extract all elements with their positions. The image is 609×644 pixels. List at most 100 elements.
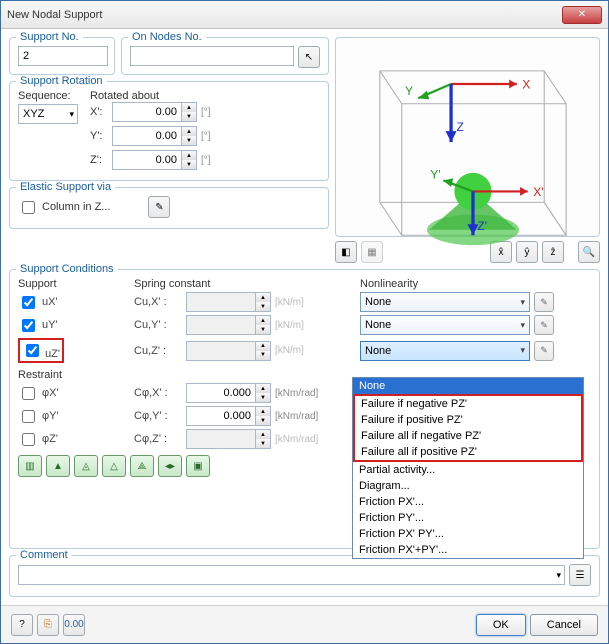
dropdown-item-8[interactable]: Friction PY'... [353,510,583,526]
preset-fixed-button[interactable]: ▲ [46,455,70,477]
rspring-1-unit: [kNm/rad] [275,411,318,422]
restraint-2-checkbox[interactable] [22,433,35,446]
preset-spring-button[interactable]: ◂▸ [158,455,182,477]
comment-input[interactable] [18,565,565,585]
svg-text:X: X [522,77,530,91]
spin-up-icon: ▲ [256,316,270,325]
nonlinearity-dropdown[interactable]: None Failure if negative PZ'Failure if po… [352,377,584,559]
help-button[interactable]: ? [11,614,33,636]
rot-axis-label: Z': [90,154,108,166]
spin-down-icon: ▼ [256,351,270,360]
rspring-0-input[interactable] [186,383,256,403]
rspring-1-label: Cφ,Y' : [134,410,182,422]
dropdown-item-9[interactable]: Friction PX' PY'... [353,526,583,542]
view-grid-button[interactable]: ▦ [361,241,383,263]
dropdown-item-0[interactable]: None [353,378,583,394]
spin-up-icon[interactable]: ▲ [182,151,196,160]
spin-down-icon: ▼ [256,325,270,334]
support-uY'-checkbox[interactable] [22,319,35,332]
rot-0-input[interactable] [112,102,182,122]
preset-slider-button[interactable]: △ [102,455,126,477]
spring-1-label: Cu,Y' : [134,319,182,331]
rotation-title: Support Rotation [16,75,107,87]
spin-down-icon[interactable]: ▼ [256,393,270,402]
svg-text:Z: Z [457,120,464,134]
dropdown-item-5[interactable]: Partial activity... [353,462,583,478]
spin-down-icon[interactable]: ▼ [182,112,196,121]
cancel-button[interactable]: Cancel [530,614,598,636]
rot-1-input[interactable] [112,126,182,146]
preset-custom-button[interactable]: ▣ [186,455,210,477]
sequence-select[interactable]: XYZ [18,104,78,124]
pick-nodes-button[interactable]: ↖ [298,46,320,68]
details-button[interactable]: ⎘ [37,614,59,636]
dropdown-item-2[interactable]: Failure if positive PZ' [355,412,581,428]
support-uZ'-checkbox[interactable] [26,344,39,357]
dropdown-item-6[interactable]: Diagram... [353,478,583,494]
rspring-0-label: Cφ,X' : [134,387,182,399]
on-nodes-label: On Nodes No. [128,31,206,43]
spring-0-input [186,292,256,312]
close-button[interactable]: ✕ [562,6,602,24]
on-nodes-input[interactable] [130,46,294,66]
dropdown-item-1[interactable]: Failure if negative PZ' [355,396,581,412]
rot-axis-label: Y': [90,130,108,142]
preview-3d[interactable]: X Y Z X' [335,37,600,237]
support-no-input[interactable] [18,46,108,66]
spin-up-icon[interactable]: ▲ [256,384,270,393]
spin-down-icon[interactable]: ▼ [182,160,196,169]
restraint-2-label: φZ' [42,433,58,445]
dropdown-item-3[interactable]: Failure all if negative PZ' [355,428,581,444]
svg-text:Z': Z' [477,219,487,233]
rspring-2-label: Cφ,Z' : [134,433,182,445]
support-uX'-checkbox[interactable] [22,296,35,309]
ok-button[interactable]: OK [476,614,526,636]
comment-title: Comment [16,549,72,561]
rot-unit: [°] [201,107,211,118]
support-uY'-label: uY' [42,319,58,331]
preset-roller-button[interactable]: ◬ [74,455,98,477]
svg-text:X': X' [533,185,543,199]
rot-axis-label: X': [90,106,108,118]
rspring-2-unit: [kNm/rad] [275,434,318,445]
dropdown-item-7[interactable]: Friction PX'... [353,494,583,510]
nonlinearity-2-edit-button[interactable]: ✎ [534,341,554,361]
spin-down-icon[interactable]: ▼ [256,416,270,425]
rotated-about-label: Rotated about [90,90,211,102]
comment-lib-button[interactable]: ☰ [569,564,591,586]
nonlinearity-1-edit-button[interactable]: ✎ [534,315,554,335]
rot-2-input[interactable] [112,150,182,170]
spin-up-icon[interactable]: ▲ [256,407,270,416]
nonlinearity-1-select[interactable]: None [360,315,530,335]
elastic-title: Elastic Support via [16,181,115,193]
restraint-0-checkbox[interactable] [22,387,35,400]
spin-up-icon[interactable]: ▲ [182,103,196,112]
nonlinearity-0-edit-button[interactable]: ✎ [534,292,554,312]
titlebar: New Nodal Support ✕ [1,1,608,29]
nonlinearity-2-select[interactable]: None [360,341,530,361]
dropdown-item-10[interactable]: Friction PX'+PY'... [353,542,583,558]
preset-free-button[interactable]: ⟁ [130,455,154,477]
nonlinearity-0-select[interactable]: None [360,292,530,312]
spin-up-icon[interactable]: ▲ [182,127,196,136]
units-button[interactable]: 0.00 [63,614,85,636]
spin-down-icon[interactable]: ▼ [182,136,196,145]
spin-up-icon: ▲ [256,342,270,351]
restraint-0-label: φX' [42,387,59,399]
spin-up-icon: ▲ [256,293,270,302]
column-z-label: Column in Z... [42,201,110,213]
column-z-checkbox[interactable] [22,201,35,214]
dropdown-item-4[interactable]: Failure all if positive PZ' [355,444,581,460]
spring-header: Spring constant [134,278,354,290]
support-uX'-label: uX' [42,296,58,308]
restraint-1-checkbox[interactable] [22,410,35,423]
support-uZ'-label: uZ' [45,348,60,360]
elastic-edit-button[interactable]: ✎ [148,196,170,218]
spin-down-icon: ▼ [256,439,270,448]
preset-hinged-button[interactable]: ▥ [18,455,42,477]
rspring-1-input[interactable] [186,406,256,426]
spin-up-icon: ▲ [256,430,270,439]
spring-2-label: Cu,Z' : [134,345,182,357]
window-title: New Nodal Support [7,9,562,21]
sequence-label: Sequence: [18,90,78,102]
